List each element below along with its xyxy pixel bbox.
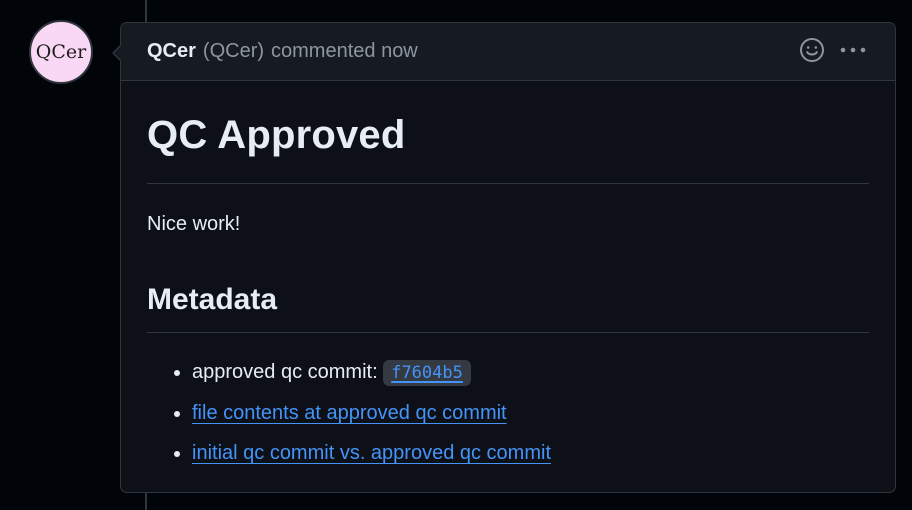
comment-header: QCer (QCer) commented now	[121, 23, 895, 81]
approved-commit-label: approved qc commit:	[192, 361, 384, 383]
avatar-initials: QCer	[35, 41, 87, 63]
metadata-heading: Metadata	[147, 283, 278, 316]
approved-commit-link[interactable]: f7604b5	[383, 360, 471, 386]
diff-link[interactable]: initial qc commit vs. approved qc commit	[192, 442, 551, 464]
header-actions	[799, 37, 867, 63]
list-item-approved-commit: approved qc commit: f7604b5	[192, 359, 869, 386]
title-divider	[147, 183, 869, 184]
list-item-diff: initial qc commit vs. approved qc commit	[192, 440, 869, 466]
approved-commit-hash: f7604b5	[383, 360, 471, 386]
list-item-file-contents: file contents at approved qc commit	[192, 400, 869, 426]
file-contents-link[interactable]: file contents at approved qc commit	[192, 402, 507, 424]
smiley-icon[interactable]	[799, 37, 825, 63]
kebab-horizontal-icon[interactable]	[839, 37, 867, 63]
metadata-list: approved qc commit: f7604b5 file content…	[147, 359, 869, 466]
comment-title: QC Approved	[147, 113, 406, 157]
author-handle: (QCer)	[202, 40, 265, 62]
avatar[interactable]: QCer	[29, 20, 93, 84]
author-link[interactable]: QCer	[147, 40, 196, 63]
comment-message: Nice work!	[147, 213, 241, 235]
comment-body: QC Approved Nice work! Metadata approved…	[121, 81, 895, 466]
comment-action: commented now	[271, 40, 418, 62]
comment-card: QCer (QCer) commented now QC Approved Ni…	[112, 22, 896, 493]
metadata-divider	[147, 332, 869, 333]
